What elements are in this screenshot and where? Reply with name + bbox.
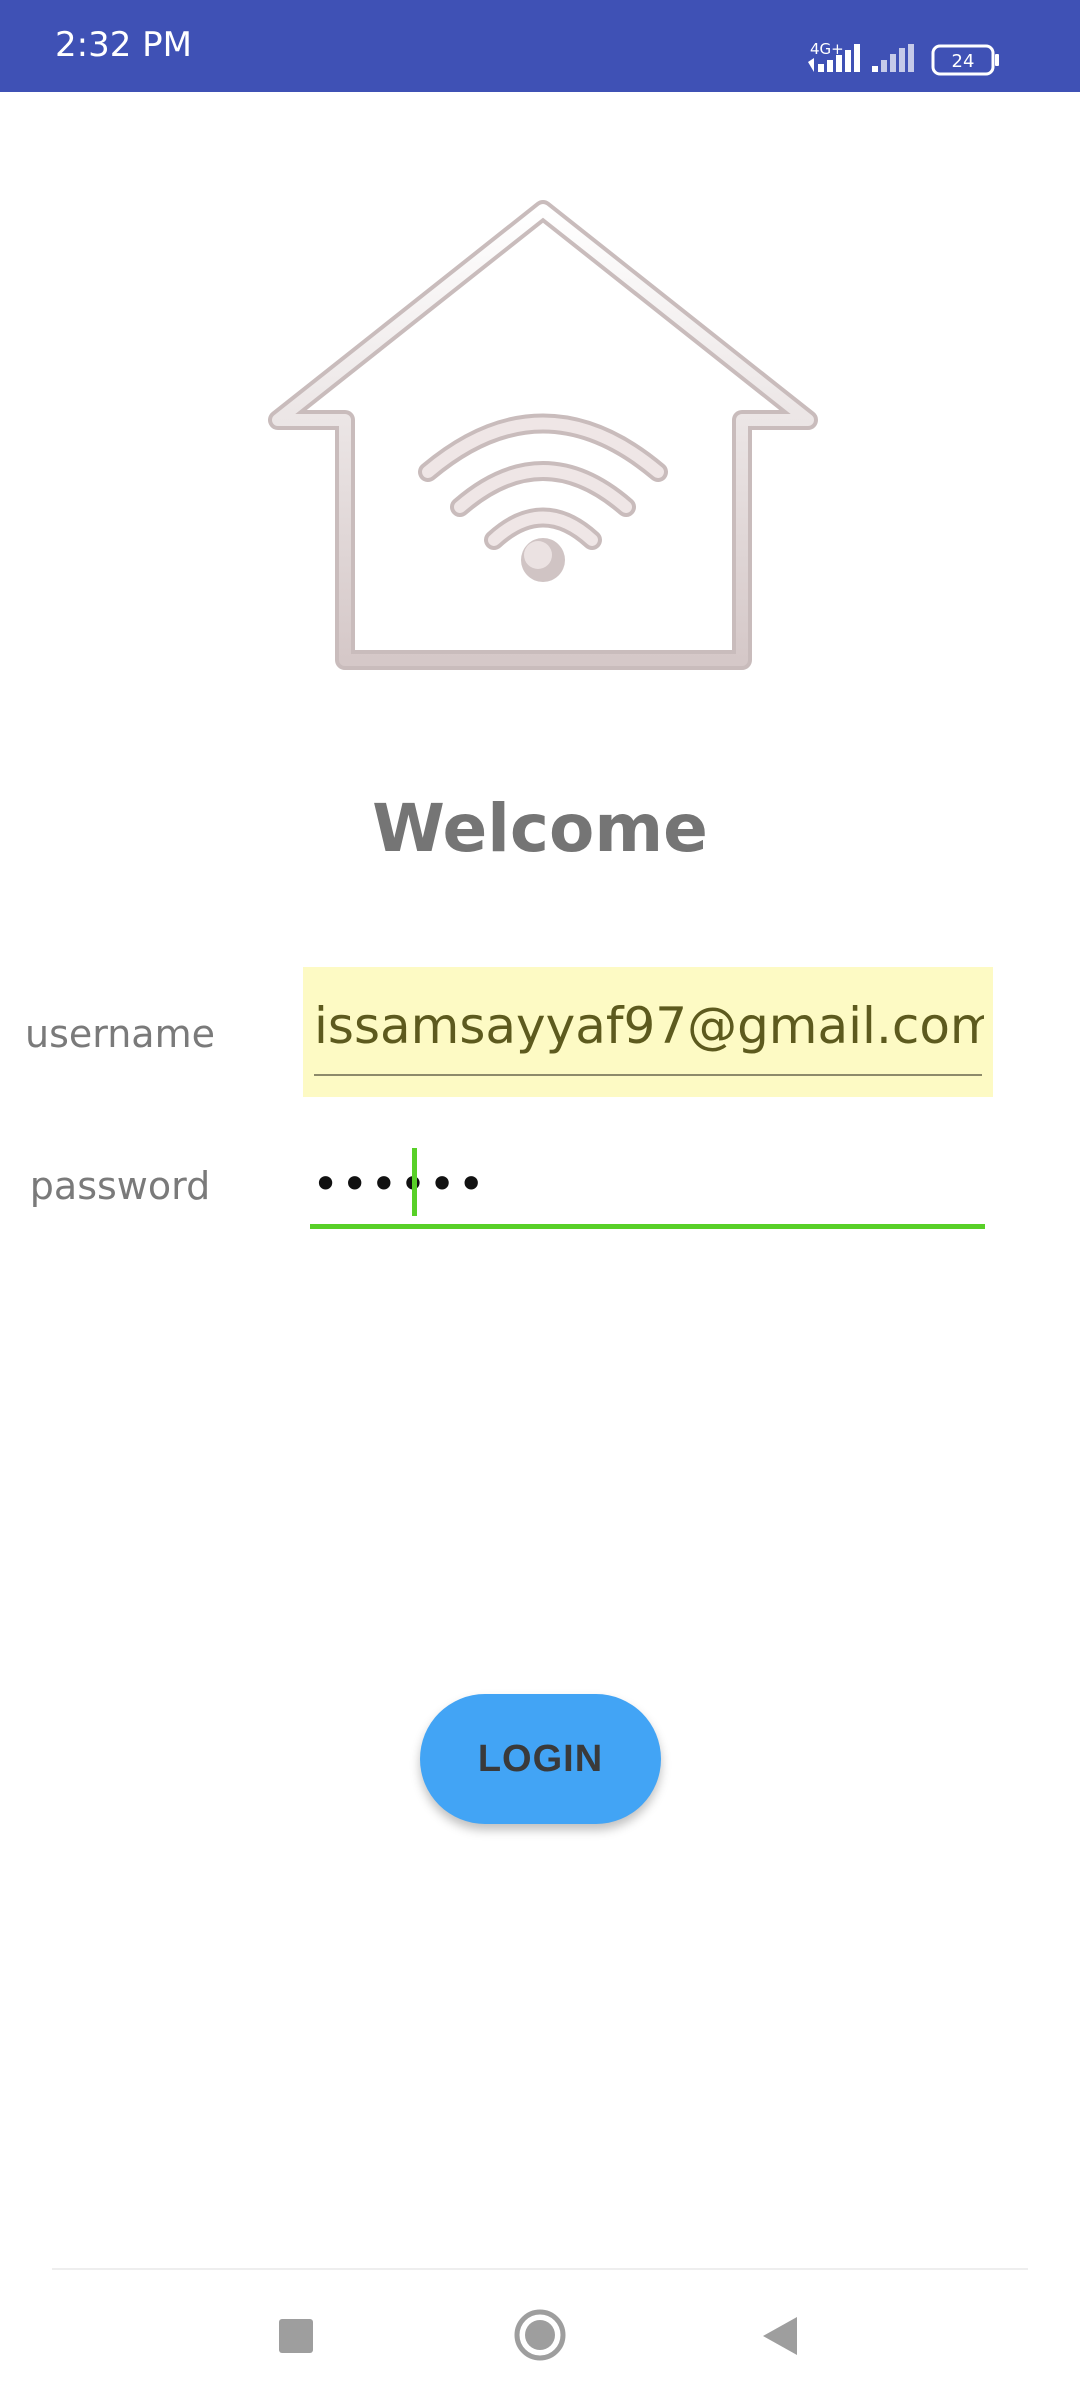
password-underline (310, 1224, 985, 1229)
page-title: Welcome (372, 790, 708, 867)
recents-square-icon[interactable] (279, 2319, 313, 2353)
battery-level: 24 (952, 51, 975, 72)
status-bar: 2:32 PM 4G+ 24 (0, 0, 1080, 92)
back-triangle-icon[interactable] (763, 2317, 797, 2355)
text-cursor (412, 1148, 417, 1216)
home-wifi-icon (268, 200, 818, 670)
username-input[interactable]: issamsayyaf97@gmail.com (314, 997, 984, 1055)
signal-icon-sim1: 4G+ (808, 40, 860, 72)
username-underline (314, 1074, 982, 1076)
home-circle-icon[interactable] (514, 2309, 566, 2361)
username-label: username (25, 1012, 215, 1056)
navigation-bar (279, 2309, 797, 2361)
signal-icon-sim2 (872, 44, 914, 72)
password-input[interactable]: •••••• (312, 1160, 487, 1230)
status-time: 2:32 PM (55, 25, 192, 65)
battery-icon: 24 (931, 44, 999, 76)
password-label: password (29, 1164, 211, 1208)
login-button[interactable]: LOGIN (420, 1694, 661, 1824)
status-icons: 4G+ 24 (808, 40, 999, 76)
